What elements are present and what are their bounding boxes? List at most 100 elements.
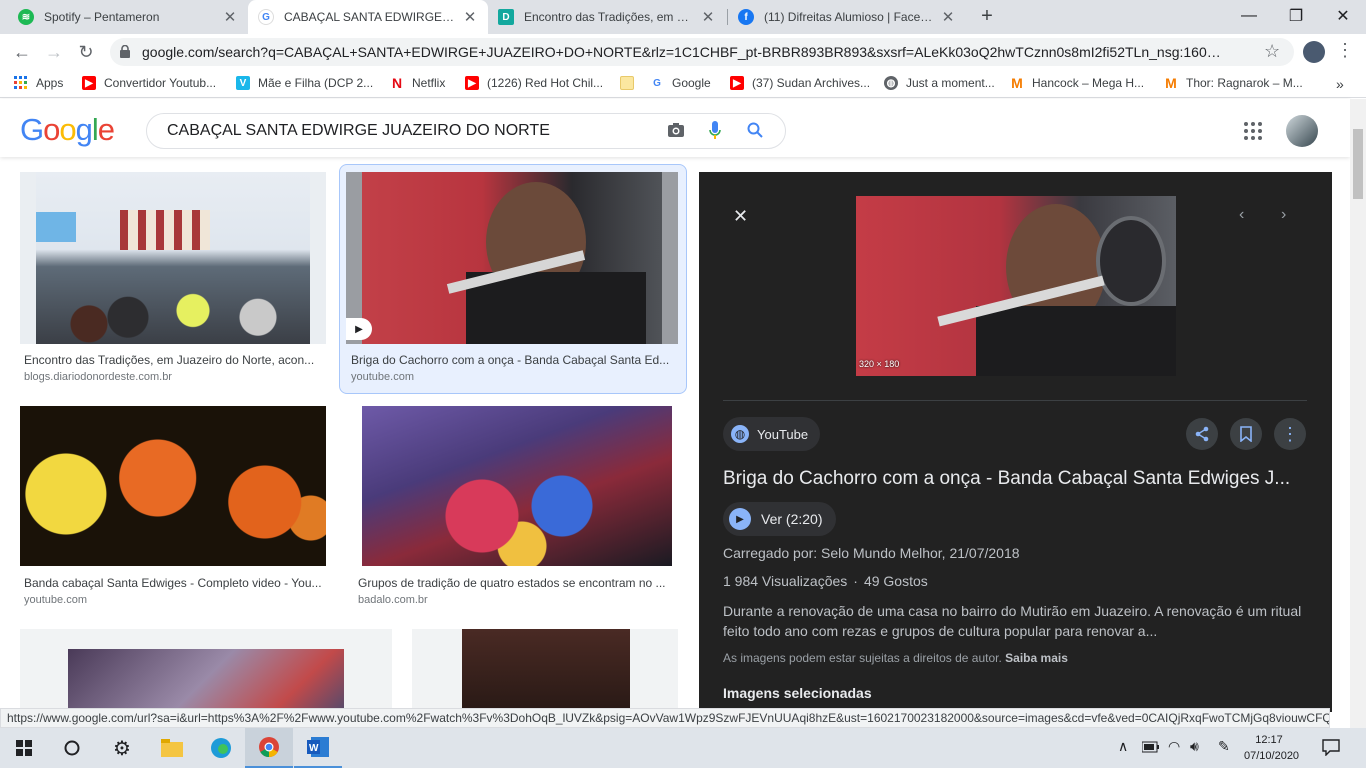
play-icon: ▶ [346,318,372,340]
folder-icon [620,76,634,90]
battery-icon[interactable] [1141,740,1160,758]
microphone-icon[interactable] [709,121,721,146]
result-source: youtube.com [24,594,87,606]
back-icon[interactable]: ← [8,38,36,66]
close-tab-icon[interactable]: ✕ [222,8,238,26]
page-scrollbar[interactable] [1350,99,1366,728]
facebook-icon: f [738,9,754,25]
bookmark-label: Mãe e Filha (DCP 2... [258,76,374,90]
restore-icon[interactable]: ❐ [1273,0,1319,32]
google-logo[interactable]: Google [20,112,115,148]
tab-facebook[interactable]: f (11) Difreitas Alumioso | Faceboo ✕ [728,0,966,34]
v-icon: V [236,76,250,90]
clock[interactable]: 12:17 07/10/2020 [1244,732,1299,764]
related-images-heading: Imagens selecionadas [723,685,872,701]
scrollbar-thumb[interactable] [1353,129,1363,199]
result-image-6[interactable] [412,629,678,708]
settings-gear-icon[interactable]: ⚙ [98,728,146,768]
forward-icon[interactable]: → [40,38,68,66]
watch-button[interactable]: ▶ Ver (2:20) [723,502,837,536]
search-query: CABAÇAL SANTA EDWIRGE JUAZEIRO DO NORTE [167,122,550,139]
bookmark-thor[interactable]: M Thor: Ragnarok – M... [1164,75,1303,91]
bookmark-label: Just a moment... [906,76,995,90]
google-apps-icon[interactable] [1244,122,1262,145]
profile-avatar[interactable] [1303,41,1325,63]
result-caption[interactable]: Grupos de tradição de quatro estados se … [358,576,674,590]
reload-icon[interactable]: ↻ [72,38,100,66]
m-icon: M [1165,75,1177,91]
tray-chevron-up-icon[interactable]: ∧ [1118,738,1128,755]
result-image-1[interactable] [20,172,326,344]
close-tab-icon[interactable]: ✕ [700,8,716,26]
result-image-2[interactable]: ▶ [346,172,678,344]
youtube-icon: ▶ [730,76,744,90]
camera-icon[interactable] [667,122,685,143]
new-tab-icon[interactable]: + [976,6,998,28]
bookmark-sudan-archives[interactable]: ▶ (37) Sudan Archives... [730,76,870,90]
chrome-icon[interactable] [245,728,293,768]
chevron-right-icon[interactable]: › [1281,206,1286,224]
more-bookmarks-icon[interactable]: » [1336,76,1344,92]
dot-separator: · [853,573,858,589]
word-icon[interactable]: W [294,728,342,768]
result-caption[interactable]: Banda cabaçal Santa Edwiges - Completo v… [24,576,326,590]
menu-dots-icon[interactable]: ⋮ [1336,40,1354,61]
close-icon[interactable]: ✕ [733,206,748,227]
bookmark-google[interactable]: G Google [650,76,711,90]
pen-icon[interactable]: ✎ [1218,738,1230,755]
minimize-icon[interactable]: — [1226,0,1272,32]
search-input[interactable]: CABAÇAL SANTA EDWIRGE JUAZEIRO DO NORTE [146,113,786,149]
copyright-note: As imagens podem estar sujeitas a direit… [723,651,1068,665]
likes-count: 49 Gostos [863,573,928,589]
bookmark-mae-e-filha[interactable]: V Mãe e Filha (DCP 2... [236,76,373,90]
result-caption[interactable]: Encontro das Tradições, em Juazeiro do N… [24,353,324,367]
uploaded-by: Carregado por: Selo Mundo Melhor, 21/07/… [723,545,1020,561]
result-image-5[interactable] [20,629,392,708]
volume-icon[interactable]: 🔊︎ [1190,738,1199,755]
address-bar[interactable]: google.com/search?q=CABAÇAL+SANTA+EDWIRG… [110,38,1294,66]
notifications-icon[interactable] [1322,738,1340,761]
bookmark-netflix[interactable]: N Netflix [390,75,445,91]
wifi-icon[interactable]: ◠ [1168,738,1180,755]
file-explorer-icon[interactable] [148,728,196,768]
tab-title: Spotify – Pentameron [44,10,160,24]
account-avatar[interactable] [1286,115,1318,147]
result-image-4[interactable] [362,406,672,566]
bookmark-just-a-moment[interactable]: ◍ Just a moment... [884,76,995,90]
bookmark-convertidor[interactable]: ▶ Convertidor Youtub... [82,76,216,90]
close-tab-icon[interactable]: ✕ [462,8,478,26]
bookmark-star-icon[interactable]: ☆ [1264,41,1280,62]
tab-google-search[interactable]: G CABAÇAL SANTA EDWIRGE JUAZ ✕ [248,0,488,34]
youtube-icon: ▶ [82,76,96,90]
windows-start-icon[interactable] [0,728,48,768]
search-circle-icon[interactable] [48,728,96,768]
preview-image[interactable]: 320 × 180 [856,196,1176,376]
result-title[interactable]: Briga do Cachorro com a onça - Banda Cab… [723,468,1313,490]
result-source: badalo.com.br [358,594,428,606]
tab-encontro[interactable]: D Encontro das Tradições, em Juaz ✕ [488,0,726,34]
result-image-3[interactable] [20,406,326,566]
search-icon[interactable] [747,122,763,143]
result-caption[interactable]: Briga do Cachorro com a onça - Banda Cab… [351,353,675,367]
bookmark-icon[interactable] [1230,418,1262,450]
divider [723,400,1307,401]
site-chip[interactable]: ◍ YouTube [723,417,821,451]
close-tab-icon[interactable]: ✕ [940,8,956,26]
tab-spotify[interactable]: ≋ Spotify – Pentameron ✕ [8,0,248,34]
bookmark-folder[interactable] [620,76,642,90]
share-icon[interactable] [1186,418,1218,450]
bookmark-apps[interactable]: Apps [14,76,63,90]
svg-text:W: W [309,743,319,754]
close-window-icon[interactable]: ✕ [1320,0,1366,32]
edge-browser-icon[interactable] [197,728,245,768]
chevron-left-icon[interactable]: ‹ [1239,206,1244,224]
spotify-icon: ≋ [18,9,34,25]
bookmark-red-hot[interactable]: ▶ (1226) Red Hot Chil... [465,76,603,90]
google-icon: G [258,9,274,25]
google-icon: G [650,76,664,90]
more-options-icon[interactable]: ⋮ [1274,418,1306,450]
bookmark-label: Hancock – Mega H... [1032,76,1145,90]
bookmark-label: Google [672,76,711,90]
learn-more-link[interactable]: Saiba mais [1005,651,1068,665]
bookmark-hancock[interactable]: M Hancock – Mega H... [1010,75,1145,91]
